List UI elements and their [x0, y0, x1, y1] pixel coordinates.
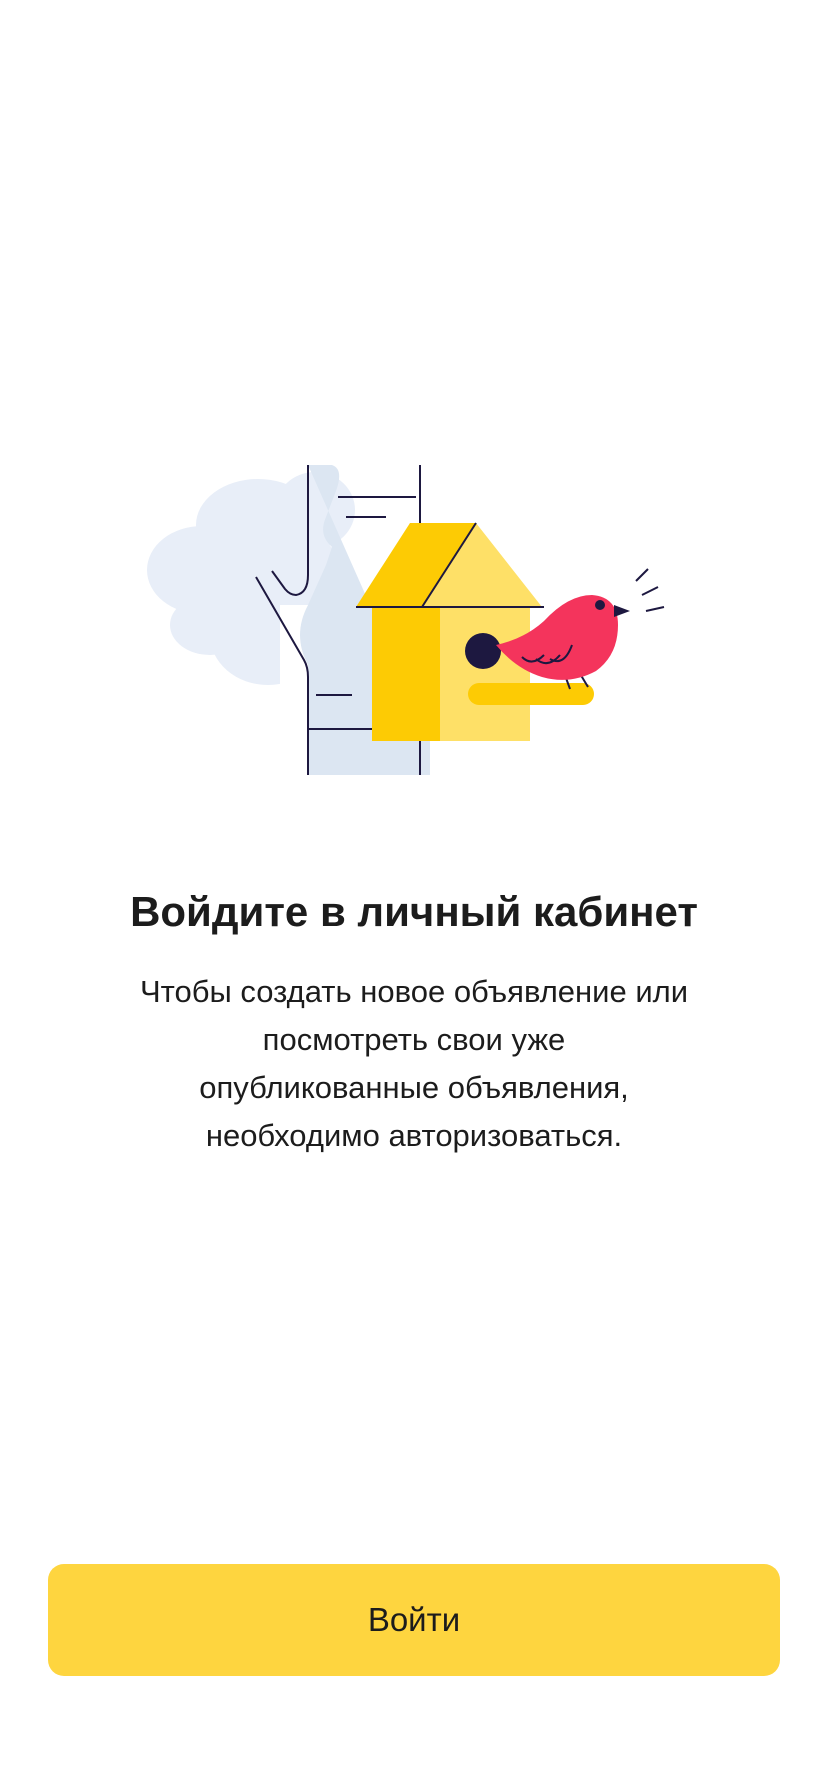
- birdhouse-illustration: [140, 455, 680, 785]
- login-button[interactable]: Войти: [48, 1564, 780, 1676]
- house-body-dark: [372, 607, 440, 741]
- description-line: опубликованные объявления,: [199, 1070, 629, 1105]
- page-description: Чтобы создать новое объявление или посмо…: [84, 968, 744, 1160]
- description-line: посмотреть свои уже: [262, 1022, 566, 1057]
- house-body-light: [440, 607, 530, 741]
- birdhouse-bird-icon: [147, 465, 665, 775]
- description-line: Чтобы создать новое объявление или: [139, 974, 689, 1009]
- birdhouse-hole: [465, 633, 501, 669]
- birdhouse-perch: [468, 683, 594, 705]
- page-title: Войдите в личный кабинет: [130, 888, 698, 935]
- description-line: необходимо авторизоваться.: [205, 1118, 623, 1153]
- bird-beak: [614, 605, 630, 617]
- bird-eye: [595, 600, 605, 610]
- chirp-lines: [635, 568, 665, 612]
